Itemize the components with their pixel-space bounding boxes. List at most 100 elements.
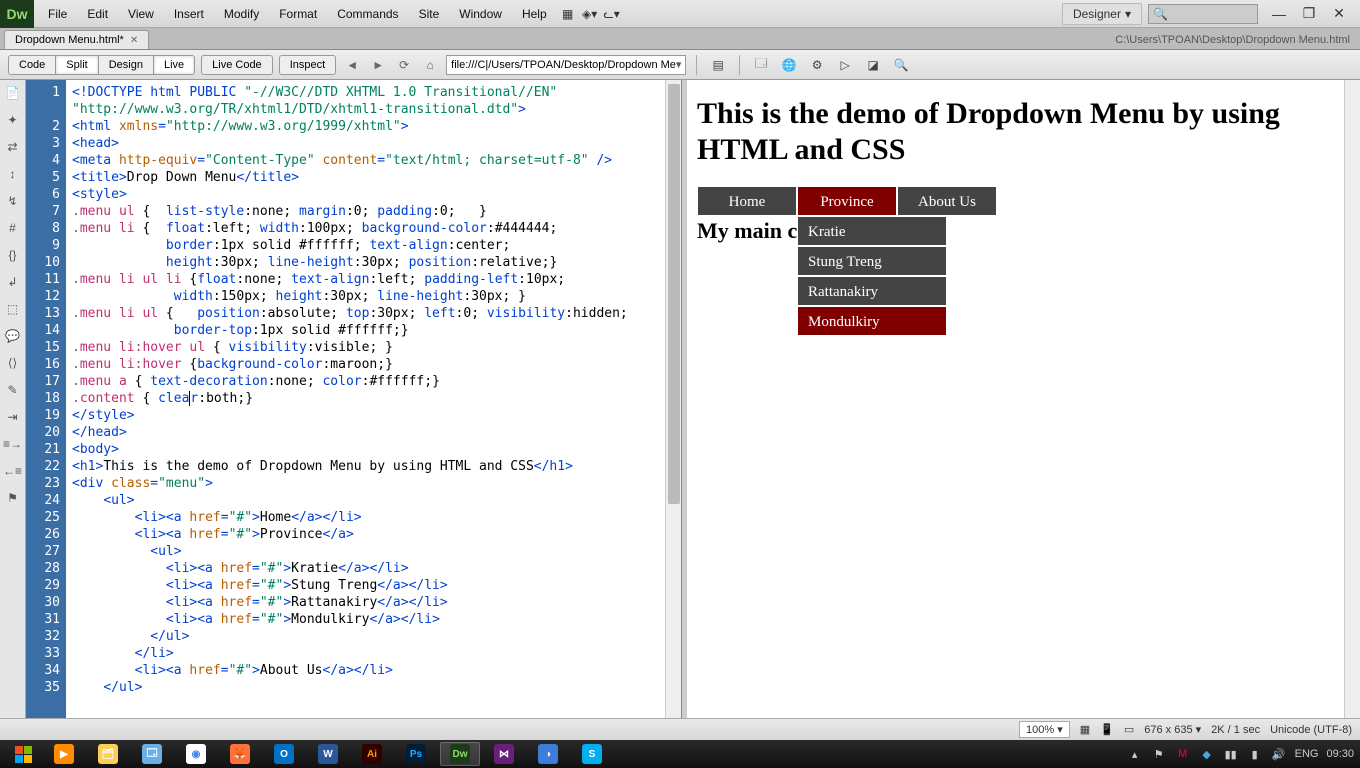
zoom-select[interactable]: 100% ▾: [1019, 721, 1070, 738]
line-gutter: 1234567891011121314151617181920212223242…: [26, 80, 66, 718]
maximize-button[interactable]: ❐: [1294, 4, 1324, 24]
highlight-icon[interactable]: {}: [4, 246, 22, 264]
start-button[interactable]: [6, 742, 40, 766]
forward-icon[interactable]: ►: [368, 55, 388, 75]
tray-language[interactable]: ENG: [1295, 748, 1319, 760]
minimize-button[interactable]: —: [1264, 4, 1294, 24]
taskbar-app-word[interactable]: W: [308, 742, 348, 766]
preview-menu-item[interactable]: About Us: [897, 186, 997, 216]
phone-icon[interactable]: 📱: [1100, 723, 1114, 736]
preview-dropdown-item[interactable]: Mondulkiry: [797, 306, 947, 336]
tray-battery-icon[interactable]: ▮: [1247, 746, 1263, 762]
live-code-button[interactable]: Live Code: [201, 55, 273, 75]
expand-icon[interactable]: ⇄: [4, 138, 22, 156]
comment-icon[interactable]: 💬: [4, 327, 22, 345]
system-tray: ▴ ⚑ M ◆ ▮▮ ▮ 🔊 ENG 09:30: [1127, 746, 1354, 762]
close-tab-icon[interactable]: ✕: [130, 35, 138, 46]
wrap-tag-icon[interactable]: ⟨⟩: [4, 354, 22, 372]
code-editor[interactable]: 1234567891011121314151617181920212223242…: [26, 80, 682, 718]
w3c-validate-icon[interactable]: ⚙: [806, 55, 828, 75]
search-icon: 🔍: [1153, 7, 1168, 21]
menu-window[interactable]: Window: [449, 1, 512, 27]
taskbar-app-firefox[interactable]: 🦊: [220, 742, 260, 766]
tray-chevron-icon[interactable]: ▴: [1127, 746, 1143, 762]
code-text[interactable]: <!DOCTYPE html PUBLIC "-//W3C//DTD XHTML…: [66, 80, 681, 718]
back-icon[interactable]: ◄: [342, 55, 362, 75]
collapse-icon[interactable]: ✦: [4, 111, 22, 129]
taskbar-app-explorer[interactable]: 🗂: [88, 742, 128, 766]
extensions-icon[interactable]: ᓚ▾: [601, 4, 623, 24]
address-bar[interactable]: file:///C|/Users/TPOAN/Desktop/Dropdown …: [446, 55, 686, 75]
tray-volume-icon[interactable]: 🔊: [1271, 746, 1287, 762]
preview-dropdown-item[interactable]: Rattanakiry: [797, 276, 947, 306]
open-docs-icon[interactable]: 📄: [4, 84, 22, 102]
live-view-button[interactable]: Live: [154, 56, 194, 74]
taskbar-app-qbittorrent[interactable]: ◑: [528, 742, 568, 766]
code-scrollbar[interactable]: [665, 80, 681, 718]
tray-mcafee-icon[interactable]: M: [1175, 746, 1191, 762]
line-numbers-icon[interactable]: #: [4, 219, 22, 237]
parent-tag-icon[interactable]: ↕: [4, 165, 22, 183]
taskbar-app-visualstudio[interactable]: ⋈: [484, 742, 524, 766]
preview-menu-item[interactable]: Home: [697, 186, 797, 216]
design-view-button[interactable]: Design: [99, 56, 154, 74]
encoding: Unicode (UTF-8): [1270, 724, 1352, 736]
taskbar-app-chrome[interactable]: ◉: [176, 742, 216, 766]
menu-modify[interactable]: Modify: [214, 1, 269, 27]
taskbar-app-illustrator[interactable]: Ai: [352, 742, 392, 766]
tray-clock[interactable]: 09:30: [1326, 748, 1354, 760]
menu-insert[interactable]: Insert: [164, 1, 214, 27]
menu-edit[interactable]: Edit: [77, 1, 118, 27]
indent-icon[interactable]: ≡→: [4, 435, 22, 453]
taskbar-app-skype[interactable]: S: [572, 742, 612, 766]
search-input[interactable]: 🔍: [1148, 4, 1258, 24]
preview-dropdown-item[interactable]: Stung Treng: [797, 246, 947, 276]
titlebar: Dw FileEditViewInsertModifyFormatCommand…: [0, 0, 1360, 28]
split-view-button[interactable]: Split: [56, 56, 98, 74]
file-management-icon[interactable]: 🗔: [750, 55, 772, 75]
preview-menu-item[interactable]: Province: [797, 186, 897, 216]
visual-aids-icon[interactable]: ◪: [862, 55, 884, 75]
document-tabs: Dropdown Menu.html* ✕ C:\Users\TPOAN\Des…: [0, 28, 1360, 50]
browser-preview-icon[interactable]: 🌐: [778, 55, 800, 75]
menu-file[interactable]: File: [38, 1, 77, 27]
sync-icon[interactable]: ◈▾: [579, 4, 601, 24]
code-view-button[interactable]: Code: [9, 56, 56, 74]
balance-icon[interactable]: ↯: [4, 192, 22, 210]
tray-network-icon[interactable]: ▮▮: [1223, 746, 1239, 762]
taskbar-app-explorer2[interactable]: 🗔: [132, 742, 172, 766]
menu-view[interactable]: View: [118, 1, 164, 27]
grid-icon[interactable]: ▦: [1080, 723, 1090, 736]
outdent-icon[interactable]: ←≡: [4, 462, 22, 480]
menu-site[interactable]: Site: [409, 1, 450, 27]
layout-icon[interactable]: ▦: [557, 4, 579, 24]
taskbar-app-photoshop[interactable]: Ps: [396, 742, 436, 766]
taskbar-app-outlook[interactable]: O: [264, 742, 304, 766]
format-icon[interactable]: ⚑: [4, 489, 22, 507]
move-css-icon[interactable]: ⇥: [4, 408, 22, 426]
menu-format[interactable]: Format: [269, 1, 327, 27]
workspace-switcher[interactable]: Designer▾: [1062, 3, 1142, 25]
word-wrap-icon[interactable]: ↲: [4, 273, 22, 291]
tray-dropbox-icon[interactable]: ◆: [1199, 746, 1215, 762]
preview-dropdown-item[interactable]: Kratie: [797, 216, 947, 246]
preview-scrollbar[interactable]: [1344, 80, 1360, 718]
syntax-icon[interactable]: ⬚: [4, 300, 22, 318]
tray-flag-icon[interactable]: ⚑: [1151, 746, 1167, 762]
refresh-icon[interactable]: ⟳: [394, 55, 414, 75]
close-button[interactable]: ✕: [1324, 4, 1354, 24]
taskbar-app-media[interactable]: ▶: [44, 742, 84, 766]
preview-menu: HomeProvinceAbout Us: [697, 186, 1350, 216]
inspector-icon[interactable]: 🔍: [890, 55, 912, 75]
options-icon[interactable]: ▤: [707, 55, 729, 75]
check-page-icon[interactable]: ▷: [834, 55, 856, 75]
document-tab[interactable]: Dropdown Menu.html* ✕: [4, 30, 149, 49]
menu-help[interactable]: Help: [512, 1, 557, 27]
taskbar-app-dreamweaver[interactable]: Dw: [440, 742, 480, 766]
menu-commands[interactable]: Commands: [327, 1, 408, 27]
tablet-icon[interactable]: ▭: [1124, 723, 1134, 736]
recent-snippets-icon[interactable]: ✎: [4, 381, 22, 399]
home-icon[interactable]: ⌂: [420, 55, 440, 75]
status-bar: 100% ▾ ▦ 📱 ▭ 676 x 635 ▾ 2K / 1 sec Unic…: [0, 718, 1360, 740]
inspect-button[interactable]: Inspect: [279, 55, 336, 75]
